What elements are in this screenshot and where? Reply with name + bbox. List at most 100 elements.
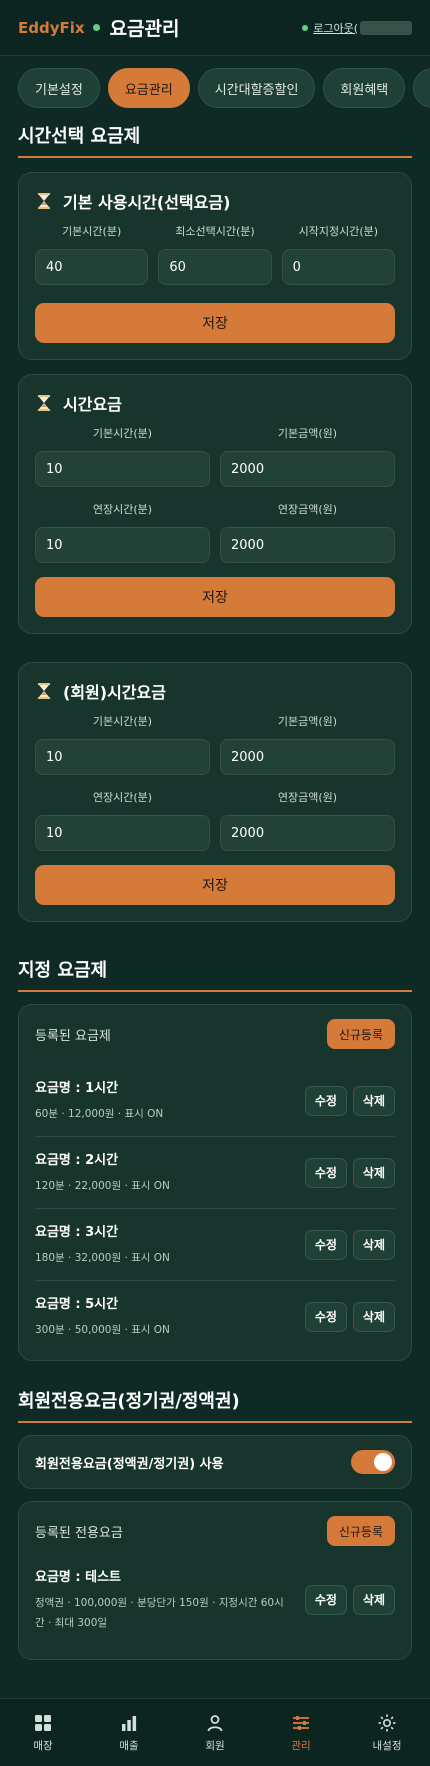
base-price-input[interactable]: 2000 [220, 451, 395, 487]
delete-button[interactable]: 삭제 [352, 1584, 395, 1615]
list-header: 등록된 요금제 신규등록 [35, 1019, 395, 1049]
tab-basic-settings[interactable]: 기본설정 [18, 68, 100, 108]
field-label: 기본시간(분) [62, 225, 122, 238]
plan-name: 요금명 : 테스트 [35, 1570, 122, 1585]
nav-item-sales[interactable]: 매출 [86, 1699, 172, 1766]
field-label: 연장금액(원) [277, 791, 338, 804]
base-time-input[interactable]: 10 [35, 451, 210, 487]
time-pricing-section-title: 시간선택 요금제 [18, 116, 412, 158]
member-plans-toggle-card: 회원전용요금(정액권/정기권) 사용 [18, 1435, 412, 1489]
tab-member-benefits[interactable]: 회원혜택 [323, 68, 406, 108]
edit-button[interactable]: 수정 [304, 1157, 347, 1188]
plan-row: 요금명 : 테스트정액권 · 100,000원 · 분당단가 150원 · 지정… [35, 1562, 395, 1645]
bar-chart-icon [122, 1715, 137, 1731]
toggle-label: 회원전용요금(정액권/정기권) 사용 [35, 1456, 224, 1472]
page-title: 요금관리 [109, 18, 180, 40]
field-label: 기본금액(원) [277, 715, 338, 728]
save-button[interactable]: 저장 [35, 577, 395, 617]
member-hourly-card-title: (회원)시간요금 [35, 679, 395, 703]
plan-name: 요금명 : 1시간 [35, 1081, 119, 1096]
sun-gear-icon [378, 1714, 396, 1731]
nav-item-manage[interactable]: 관리 [258, 1699, 344, 1766]
extend-time-input[interactable]: 10 [35, 815, 210, 851]
tab-store[interactable]: 매점 [413, 68, 430, 108]
plan-name: 요금명 : 2시간 [35, 1153, 119, 1168]
plan-row: 요금명 : 3시간 180분 · 32,000원 · 표시 ON 수정 삭제 [35, 1209, 395, 1281]
list-header-label: 등록된 전용요금 [35, 1525, 123, 1541]
grid-icon [35, 1714, 51, 1731]
hourglass-icon [38, 193, 50, 209]
tab-time-surcharge[interactable]: 시간대할증할인 [197, 68, 316, 108]
nav-item-my-settings[interactable]: 내설정 [344, 1699, 430, 1766]
start-time-input[interactable]: 0 [281, 249, 395, 285]
delete-button[interactable]: 삭제 [352, 1157, 395, 1188]
edit-button[interactable]: 수정 [304, 1085, 347, 1116]
nav-label: 매출 [119, 1739, 139, 1752]
fixed-plans-card: 등록된 요금제 신규등록 요금명 : 1시간 60분 · 12,000원 · 표시… [18, 1004, 412, 1361]
nav-item-members[interactable]: 회원 [172, 1699, 258, 1766]
member-hourly-rate-card: (회원)시간요금 기본시간(분) 10 기본금액(원) 2000 연장시간(분) 10… [18, 662, 412, 922]
new-plan-button[interactable]: 신규등록 [326, 1019, 395, 1049]
sliders-icon [293, 1715, 309, 1730]
basic-usage-card: 기본 사용시간(선택요금) 기본시간(분) 40 최소선택시간(분) 60 시작지정… [18, 172, 412, 360]
plan-meta: 300분 · 50,000원 · 표시 ON [35, 1324, 170, 1336]
save-button[interactable]: 저장 [35, 865, 395, 905]
field-label: 기본시간(분) [92, 715, 153, 728]
plan-row: 요금명 : 1시간 60분 · 12,000원 · 표시 ON 수정 삭제 [35, 1065, 395, 1137]
base-time-input[interactable]: 10 [35, 739, 210, 775]
extend-price-input[interactable]: 2000 [220, 527, 395, 563]
brand-logo[interactable]: EddyFix [18, 19, 85, 37]
edit-button[interactable]: 수정 [304, 1229, 347, 1260]
field-label: 연장시간(분) [92, 791, 153, 804]
extend-price-input[interactable]: 2000 [220, 815, 395, 851]
basic-usage-card-title: 기본 사용시간(선택요금) [35, 189, 395, 213]
plan-row: 요금명 : 5시간 300분 · 50,000원 · 표시 ON 수정 삭제 [35, 1281, 395, 1352]
tab-pricing[interactable]: 요금관리 [107, 68, 190, 108]
hourglass-icon [38, 683, 50, 699]
plan-name: 요금명 : 3시간 [35, 1225, 119, 1240]
header-account: 로그아웃( [302, 20, 412, 36]
logout-link[interactable]: 로그아웃( [313, 20, 358, 36]
plan-meta: 정액권 · 100,000원 · 분당단가 150원 · 지정시간 60시간 ·… [35, 1597, 284, 1629]
min-select-time-input[interactable]: 60 [158, 249, 272, 285]
delete-button[interactable]: 삭제 [352, 1085, 395, 1116]
toggle-knob [374, 1453, 392, 1471]
user-icon [207, 1714, 223, 1731]
field-label: 연장금액(원) [277, 503, 338, 516]
field-label: 시작지정시간(분) [298, 225, 379, 238]
delete-button[interactable]: 삭제 [352, 1229, 395, 1260]
status-dot [92, 24, 100, 31]
field-label: 기본금액(원) [277, 427, 338, 440]
new-member-plan-button[interactable]: 신규등록 [326, 1516, 395, 1546]
extend-time-input[interactable]: 10 [35, 527, 210, 563]
delete-button[interactable]: 삭제 [352, 1301, 395, 1332]
nav-label: 매장 [33, 1739, 53, 1752]
card-title-text: 기본 사용시간(선택요금) [63, 193, 231, 212]
card-title-text: (회원)시간요금 [63, 683, 166, 702]
blurred-username [360, 20, 412, 35]
app-header: EddyFix 요금관리 로그아웃( [0, 0, 430, 56]
save-button[interactable]: 저장 [35, 303, 395, 343]
member-plans-section-title: 회원전용요금(정기권/정액권) [18, 1381, 412, 1423]
online-dot [302, 24, 309, 31]
member-plans-toggle[interactable] [351, 1450, 395, 1474]
nav-label: 회원 [205, 1739, 225, 1752]
field-label: 연장시간(분) [92, 503, 153, 516]
nav-item-store[interactable]: 매장 [0, 1699, 86, 1766]
fixed-plans-section-title: 지정 요금제 [18, 950, 412, 992]
hourly-rate-card: 시간요금 기본시간(분) 10 기본금액(원) 2000 연장시간(분) 10 연장금… [18, 374, 412, 634]
base-time-input[interactable]: 40 [35, 249, 149, 285]
plan-row: 요금명 : 2시간 120분 · 22,000원 · 표시 ON 수정 삭제 [35, 1137, 395, 1209]
hourglass-icon [38, 395, 50, 411]
edit-button[interactable]: 수정 [304, 1584, 347, 1615]
edit-button[interactable]: 수정 [304, 1301, 347, 1332]
base-price-input[interactable]: 2000 [220, 739, 395, 775]
field-label: 최소선택시간(분) [175, 225, 255, 238]
card-title-text: 시간요금 [63, 395, 122, 414]
member-plans-card: 등록된 전용요금 신규등록 요금명 : 테스트정액권 · 100,000원 · … [18, 1501, 412, 1660]
plan-meta: 60분 · 12,000원 · 표시 ON [35, 1108, 164, 1120]
list-header: 등록된 전용요금 신규등록 [35, 1516, 395, 1546]
list-header-label: 등록된 요금제 [35, 1028, 111, 1044]
nav-label: 관리 [291, 1739, 311, 1752]
bottom-nav: 매장 매출 회원 관리 내설정 [0, 1698, 430, 1766]
